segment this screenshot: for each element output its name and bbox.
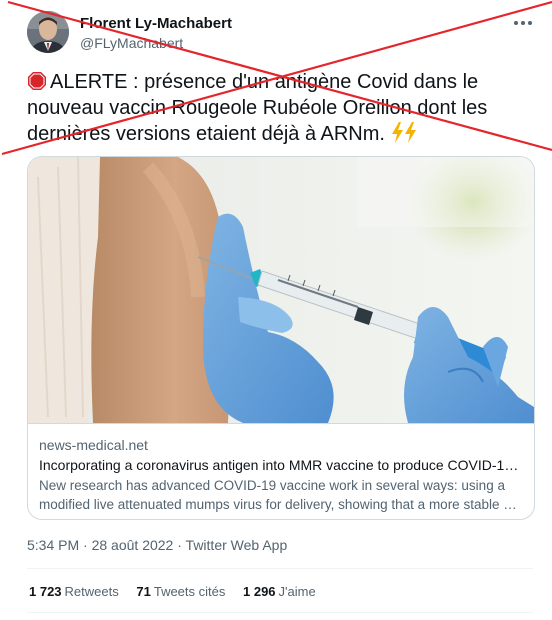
stop-sign-icon — [28, 72, 46, 90]
author-name[interactable]: Florent Ly-Machabert — [80, 15, 232, 32]
likes-label: J'aime — [278, 584, 316, 599]
quote-tweets-count: 71 — [136, 584, 151, 599]
meta-separator: · — [177, 537, 182, 553]
meta-separator: · — [83, 537, 88, 553]
likes-stat[interactable]: 1 296 J'aime — [243, 584, 316, 599]
tweet-time[interactable]: 5:34 PM — [27, 537, 79, 553]
tweet-body: ALERTE : présence d'un antigène Covid da… — [27, 71, 488, 145]
retweets-stat[interactable]: 1 723 Retweets — [29, 584, 119, 599]
avatar[interactable] — [27, 11, 69, 53]
tweet-source[interactable]: Twitter Web App — [186, 537, 288, 553]
retweets-count: 1 723 — [29, 584, 62, 599]
quote-tweets-stat[interactable]: 71 Tweets cités — [136, 584, 225, 599]
author-handle[interactable]: @FLyMachabert — [80, 35, 183, 51]
card-domain: news-medical.net — [39, 437, 148, 453]
tweet-date[interactable]: 28 août 2022 — [92, 537, 174, 553]
high-voltage-icon — [404, 122, 416, 143]
avatar-photo — [27, 11, 69, 53]
card-image — [28, 157, 534, 423]
divider — [27, 612, 533, 613]
divider — [27, 568, 533, 569]
engagement-stats: 1 723 Retweets 71 Tweets cités 1 296 J'aime — [29, 584, 330, 599]
tweet: Florent Ly-Machabert @FLyMachabert ALERT… — [0, 0, 552, 620]
card-title: Incorporating a coronavirus antigen into… — [39, 457, 523, 473]
retweets-label: Retweets — [64, 584, 119, 599]
likes-count: 1 296 — [243, 584, 276, 599]
card-meta: news-medical.net Incorporating a coronav… — [28, 423, 534, 519]
tweet-timestamp: 5:34 PM · 28 août 2022 · Twitter Web App — [27, 537, 287, 553]
high-voltage-icon — [391, 122, 403, 143]
link-card[interactable]: news-medical.net Incorporating a coronav… — [27, 156, 535, 520]
quote-tweets-label: Tweets cités — [153, 584, 226, 599]
tweet-text: ALERTE : présence d'un antigène Covid da… — [27, 69, 527, 147]
more-options-icon[interactable] — [512, 15, 534, 31]
card-description: New research has advanced COVID-19 vacci… — [39, 478, 517, 512]
